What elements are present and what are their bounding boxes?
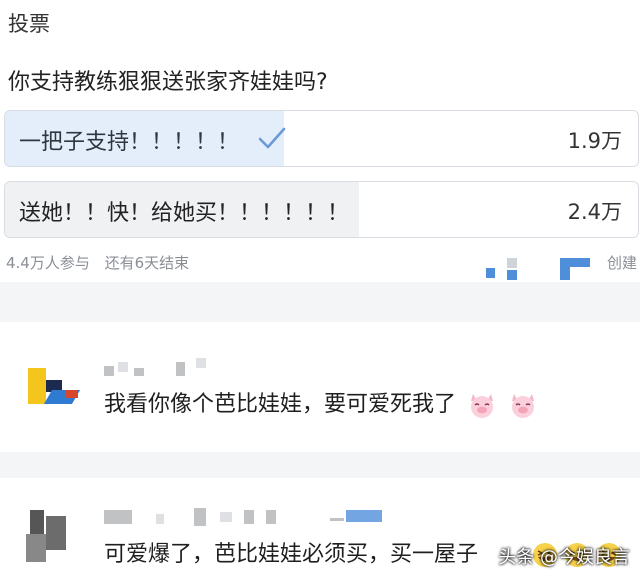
- avatar[interactable]: [20, 506, 74, 564]
- poll-header: 投票: [8, 12, 50, 36]
- redacted-name: [266, 510, 276, 524]
- redacted-pixel: [486, 268, 495, 278]
- comment-text: 可爱爆了，芭比娃娃必须买，买一屋子: [104, 536, 478, 568]
- pig-face-icon: [512, 394, 535, 418]
- poll-question: 你支持教练狠狠送张家齐娃娃吗?: [8, 70, 328, 95]
- redacted-name: [104, 366, 114, 376]
- comment-text: 我看你像个芭比娃娃，要可爱死我了: [104, 386, 538, 420]
- section-divider: [0, 282, 640, 322]
- redacted-pixel: [560, 258, 590, 267]
- option-label: 送她！！快！给她买！！！！！！: [19, 201, 350, 226]
- watermark: 头条 @今娱良言: [498, 547, 630, 568]
- redacted-badge: [346, 510, 382, 522]
- time-remaining: 还有6天结束: [104, 254, 190, 272]
- poll-option-support[interactable]: 一把子支持！！！！！ 1.9万: [4, 110, 639, 167]
- redacted-name: [220, 512, 232, 522]
- comment-body: 我看你像个芭比娃娃，要可爱死我了: [104, 392, 457, 417]
- poll-option-buy[interactable]: 送她！！快！给她买！！！！！！ 2.4万: [4, 181, 639, 238]
- option-label: 一把子支持！！！！！: [19, 130, 240, 155]
- redacted-pixel: [507, 258, 517, 268]
- poll-card: 投票 你支持教练狠狠送张家齐娃娃吗? 一把子支持！！！！！ 1.9万 送她！！快…: [0, 0, 640, 282]
- comment-body: 可爱爆了，芭比娃娃必须买，买一屋子: [104, 542, 479, 567]
- redacted-name: [196, 358, 206, 368]
- section-divider: [0, 452, 640, 478]
- comment-item: 我看你像个芭比娃娃，要可爱死我了: [0, 322, 640, 452]
- redacted-name: [176, 362, 185, 376]
- redacted-name: [118, 362, 128, 372]
- redacted-name: [156, 514, 164, 524]
- redacted-name: [134, 368, 144, 376]
- pig-face-icon: [471, 394, 494, 418]
- redacted-name: [194, 508, 206, 526]
- poll-meta: 4.4万人参与 还有6天结束: [6, 252, 189, 273]
- redacted-name: [244, 510, 254, 524]
- redacted-name: [104, 510, 132, 524]
- option-count: 1.9万: [567, 129, 622, 153]
- redacted-name: [330, 518, 344, 521]
- option-count: 2.4万: [567, 200, 622, 224]
- redacted-pixel: [507, 270, 517, 280]
- participants-count: 4.4万人参与: [6, 254, 90, 272]
- redacted-pixel: [560, 267, 570, 280]
- check-icon: [258, 127, 286, 149]
- poll-creator-label[interactable]: 创建: [607, 252, 637, 273]
- avatar[interactable]: [22, 360, 80, 416]
